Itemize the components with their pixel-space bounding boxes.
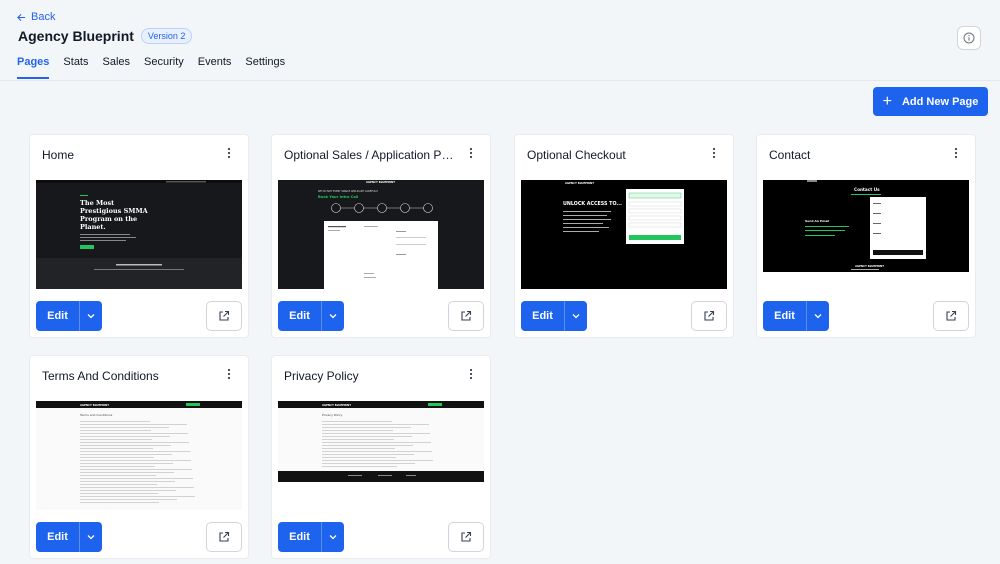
page-card-sales: Optional Sales / Application Page AGENCY… <box>272 135 490 337</box>
chevron-down-icon <box>329 314 337 319</box>
edit-button[interactable]: Edit <box>36 301 79 331</box>
page-title: Agency Blueprint <box>18 28 134 44</box>
page-header: Agency Blueprint Version 2 <box>18 28 193 44</box>
plus-icon: + <box>882 92 892 110</box>
thumb-sub: Send An Email <box>805 219 829 223</box>
thumb-headline-line: Program on the <box>80 215 137 223</box>
page-thumbnail[interactable]: AGENCY BLUEPRINT UNLOCK ACCESS TO... <box>521 180 727 289</box>
chevron-down-icon <box>87 314 95 319</box>
thumb-headline-line: The Most <box>80 199 114 207</box>
thumb-headline: UNLOCK ACCESS TO... <box>563 201 622 207</box>
arrow-left-icon <box>17 13 26 21</box>
thumb-brand: AGENCY BLUEPRINT <box>855 264 884 268</box>
page-thumbnail[interactable]: The Most Prestigious SMMA Program on the… <box>36 180 242 289</box>
page-thumbnail[interactable]: AGENCY BLUEPRINT Terms and Conditions <box>36 401 242 510</box>
kebab-menu-icon[interactable] <box>223 146 235 160</box>
edit-split-button: Edit <box>36 522 102 552</box>
page-card-title: Optional Checkout <box>527 148 626 162</box>
open-page-button[interactable] <box>448 301 484 331</box>
external-link-icon <box>461 531 472 542</box>
thumb-kicker: WE DO NOT EVERY SINGLE APPLICANT CAREFUL… <box>318 190 379 193</box>
edit-options-button[interactable] <box>79 522 102 552</box>
page-card-title: Contact <box>769 148 811 162</box>
edit-split-button: Edit <box>278 301 344 331</box>
info-icon <box>963 32 975 44</box>
edit-button[interactable]: Edit <box>278 301 321 331</box>
external-link-icon <box>219 531 230 542</box>
info-button[interactable] <box>957 26 981 50</box>
chevron-down-icon <box>87 535 95 540</box>
tab-settings[interactable]: Settings <box>245 56 285 79</box>
tab-divider <box>0 80 1000 81</box>
open-page-button[interactable] <box>691 301 727 331</box>
open-page-button[interactable] <box>206 522 242 552</box>
page-card-contact: Contact Contact Us Send An Email AGENCY … <box>757 135 975 337</box>
kebab-menu-icon[interactable] <box>465 367 477 381</box>
open-page-button[interactable] <box>933 301 969 331</box>
edit-options-button[interactable] <box>806 301 829 331</box>
external-link-icon <box>219 310 230 321</box>
page-thumbnail[interactable]: AGENCY BLUEPRINT Privacy Policy <box>278 401 484 510</box>
page-card-title: Terms And Conditions <box>42 369 159 383</box>
page-thumbnail[interactable]: Contact Us Send An Email AGENCY BLUEPRIN… <box>763 180 969 289</box>
thumb-brand: AGENCY BLUEPRINT <box>366 180 395 184</box>
edit-split-button: Edit <box>36 301 102 331</box>
edit-options-button[interactable] <box>321 522 344 552</box>
edit-button[interactable]: Edit <box>521 301 564 331</box>
add-new-page-label: Add New Page <box>901 95 979 108</box>
kebab-menu-icon[interactable] <box>465 146 477 160</box>
tab-bar: Pages Stats Sales Security Events Settin… <box>17 56 285 79</box>
edit-button[interactable]: Edit <box>763 301 806 331</box>
back-link[interactable]: Back <box>17 11 55 23</box>
page-thumbnail[interactable]: AGENCY BLUEPRINT WE DO NOT EVERY SINGLE … <box>278 180 484 289</box>
kebab-menu-icon[interactable] <box>223 367 235 381</box>
open-page-button[interactable] <box>448 522 484 552</box>
kebab-menu-icon[interactable] <box>708 146 720 160</box>
chevron-down-icon <box>329 535 337 540</box>
external-link-icon <box>704 310 715 321</box>
tab-pages[interactable]: Pages <box>17 56 50 79</box>
edit-options-button[interactable] <box>564 301 587 331</box>
page-card-home: Home The Most Prestigious SMMA Program o… <box>30 135 248 337</box>
version-badge: Version 2 <box>140 28 193 44</box>
page-card-terms: Terms And Conditions AGENCY BLUEPRINT Te… <box>30 356 248 558</box>
thumb-brand: AGENCY BLUEPRINT <box>80 403 109 407</box>
page-card-title: Home <box>42 148 75 162</box>
page-card-title: Privacy Policy <box>284 369 359 383</box>
tab-sales[interactable]: Sales <box>103 56 131 79</box>
add-new-page-button[interactable]: + Add New Page <box>873 87 988 116</box>
thumb-brand: AGENCY BLUEPRINT <box>322 403 351 407</box>
open-page-button[interactable] <box>206 301 242 331</box>
tab-events[interactable]: Events <box>198 56 232 79</box>
kebab-menu-icon[interactable] <box>950 146 962 160</box>
chevron-down-icon <box>814 314 822 319</box>
page-card-privacy: Privacy Policy AGENCY BLUEPRINT Privacy … <box>272 356 490 558</box>
edit-button[interactable]: Edit <box>36 522 79 552</box>
thumb-headline-line: Planet. <box>80 223 106 231</box>
edit-button[interactable]: Edit <box>278 522 321 552</box>
thumb-heading: Terms and Conditions <box>79 413 113 417</box>
edit-options-button[interactable] <box>321 301 344 331</box>
thumb-heading: Privacy Policy <box>322 413 343 417</box>
external-link-icon <box>946 310 957 321</box>
edit-split-button: Edit <box>763 301 829 331</box>
tab-security[interactable]: Security <box>144 56 184 79</box>
thumb-headline-line: Prestigious SMMA <box>80 207 149 215</box>
page-card-title: Optional Sales / Application Page <box>284 148 454 162</box>
thumb-headline: Book Your Intro Call <box>318 195 358 199</box>
edit-split-button: Edit <box>521 301 587 331</box>
page-card-checkout: Optional Checkout AGENCY BLUEPRINT UNLOC… <box>515 135 733 337</box>
edit-split-button: Edit <box>278 522 344 552</box>
edit-options-button[interactable] <box>79 301 102 331</box>
tab-stats[interactable]: Stats <box>63 56 88 79</box>
external-link-icon <box>461 310 472 321</box>
chevron-down-icon <box>572 314 580 319</box>
thumb-brand: AGENCY BLUEPRINT <box>565 181 594 185</box>
thumb-heading: Contact Us <box>854 187 880 192</box>
back-label: Back <box>31 11 56 23</box>
